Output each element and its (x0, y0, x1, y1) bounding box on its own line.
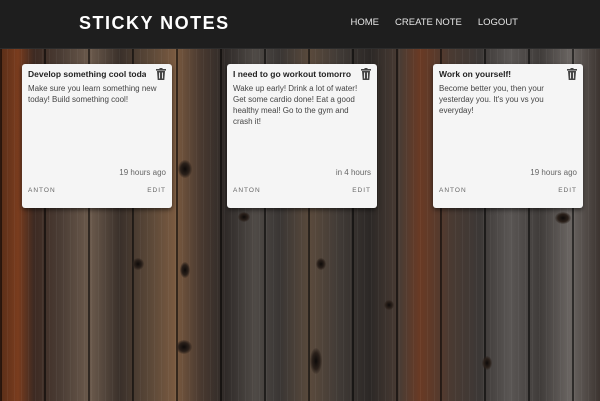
trash-icon[interactable] (567, 68, 577, 80)
note-author: ANTON (28, 187, 56, 194)
note-timestamp: in 4 hours (335, 168, 371, 177)
wood-knot (238, 212, 250, 222)
navbar: STICKY NOTES HOME CREATE NOTE LOGOUT (0, 0, 600, 49)
note-card: Develop something cool today! Make sure … (22, 64, 172, 208)
edit-button[interactable]: EDIT (352, 187, 371, 194)
trash-icon[interactable] (156, 68, 166, 80)
note-card: Work on yourself! Become better you, the… (433, 64, 583, 208)
nav-logout-link[interactable]: LOGOUT (478, 17, 518, 28)
wood-knot (555, 212, 571, 224)
wood-knot (482, 356, 492, 370)
edit-button[interactable]: EDIT (147, 187, 166, 194)
wood-knot (316, 258, 326, 270)
wood-knot (310, 348, 322, 374)
note-timestamp: 19 hours ago (530, 168, 577, 177)
note-body: Wake up early! Drink a lot of water! Get… (233, 84, 358, 126)
brand-logo[interactable]: STICKY NOTES (79, 13, 230, 34)
wood-knot (132, 258, 144, 270)
note-body: Make sure you learn something new today!… (28, 84, 157, 104)
note-title: I need to go workout tomorrow. (233, 69, 351, 79)
note-body: Become better you, then your yesterday y… (439, 84, 544, 115)
nav-create-note-link[interactable]: CREATE NOTE (395, 17, 462, 28)
note-title: Work on yourself! (439, 69, 512, 79)
note-timestamp: 19 hours ago (119, 168, 166, 177)
edit-button[interactable]: EDIT (558, 187, 577, 194)
note-card: I need to go workout tomorrow. Wake up e… (227, 64, 377, 208)
wood-knot (176, 340, 192, 354)
note-author: ANTON (439, 187, 467, 194)
trash-icon[interactable] (361, 68, 371, 80)
wood-knot (180, 262, 190, 278)
nav-menu: HOME CREATE NOTE LOGOUT (351, 17, 518, 28)
note-title: Develop something cool today! (28, 69, 146, 79)
wood-knot (178, 160, 192, 178)
nav-home-link[interactable]: HOME (351, 17, 380, 28)
note-author: ANTON (233, 187, 261, 194)
wood-knot (384, 300, 394, 310)
